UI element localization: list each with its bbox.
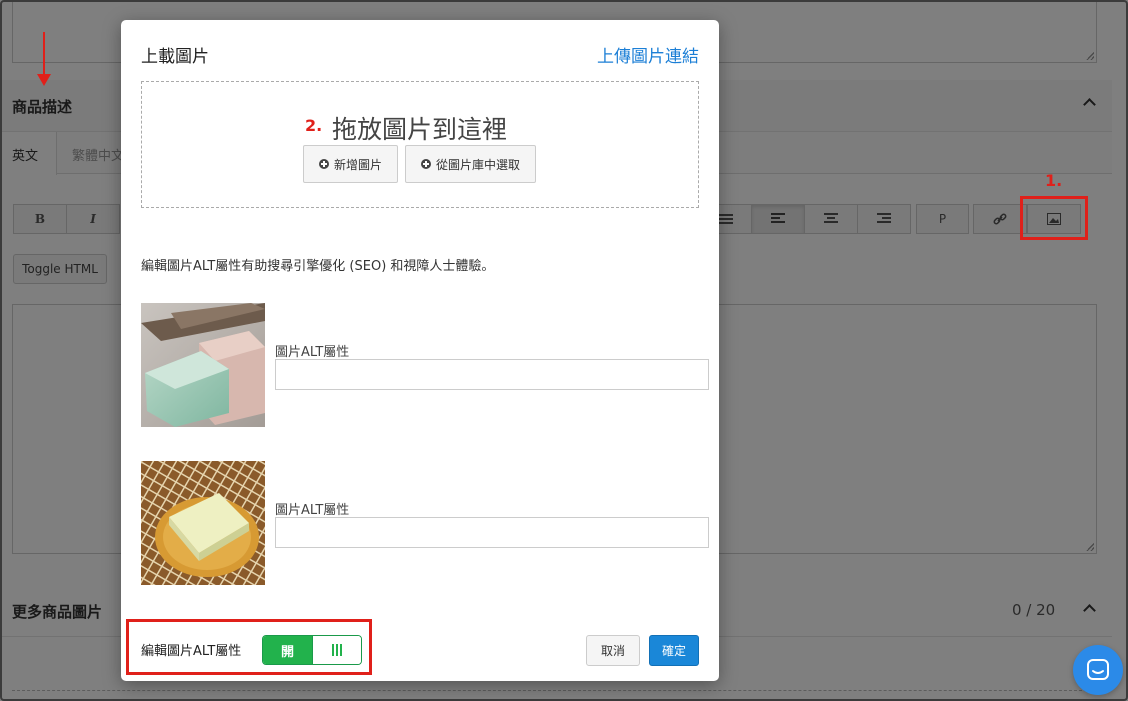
image-dropzone[interactable]: 2. 拖放圖片到這裡 新增圖片 從圖片庫中選取 xyxy=(141,81,699,208)
alt-field-label: 圖片ALT屬性 xyxy=(275,503,350,518)
annotation-arrow xyxy=(37,32,51,86)
dropzone-text: 拖放圖片到這裡 xyxy=(332,115,508,144)
image-thumbnail xyxy=(141,461,265,585)
annotation-box-alt-toggle xyxy=(126,619,372,675)
chat-widget-button[interactable] xyxy=(1073,645,1123,695)
alt-input[interactable] xyxy=(275,517,709,548)
upload-image-modal: 上載圖片 上傳圖片連結 2. 拖放圖片到這裡 新增圖片 從圖片庫中選取 編輯圖片… xyxy=(121,20,719,681)
plus-circle-icon xyxy=(318,159,329,169)
plus-circle-icon xyxy=(420,159,431,169)
select-from-library-label: 從圖片庫中選取 xyxy=(435,157,520,172)
modal-title: 上載圖片 xyxy=(141,47,209,67)
upload-image-url-link[interactable]: 上傳圖片連結 xyxy=(597,42,699,67)
alt-input[interactable] xyxy=(275,359,709,390)
select-from-library-button[interactable]: 從圖片庫中選取 xyxy=(405,145,536,183)
annotation-box-image-button xyxy=(1020,196,1088,240)
cancel-button[interactable]: 取消 xyxy=(586,635,640,666)
soap-photo-2 xyxy=(141,461,265,585)
image-thumbnail xyxy=(141,303,265,427)
confirm-button[interactable]: 確定 xyxy=(649,635,699,666)
soap-photo-1 xyxy=(141,303,265,427)
annotation-step-2: 2. xyxy=(305,116,323,135)
add-image-label: 新增圖片 xyxy=(333,157,382,172)
annotation-step-1: 1. xyxy=(1045,171,1063,190)
alt-field-label: 圖片ALT屬性 xyxy=(275,345,350,360)
add-image-button[interactable]: 新增圖片 xyxy=(303,145,398,183)
alt-help-text: 編輯圖片ALT屬性有助搜尋引擎優化 (SEO) 和視障人士體驗。 xyxy=(141,259,495,274)
chat-icon xyxy=(1087,659,1109,680)
